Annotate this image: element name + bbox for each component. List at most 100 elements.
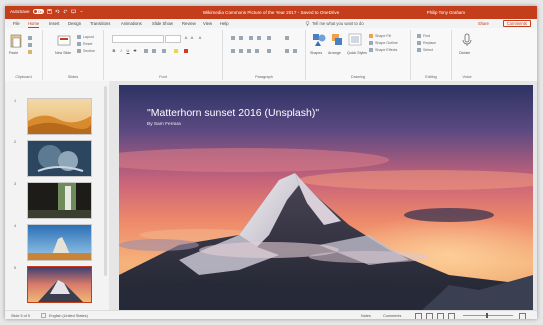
- shape-fill-label: Shape Fill: [375, 34, 391, 38]
- justify-icon[interactable]: [255, 49, 259, 53]
- change-case-icon[interactable]: [162, 49, 166, 53]
- matterhorn-sunset-thumbnail-image: [28, 267, 91, 302]
- text-direction-icon[interactable]: [285, 36, 289, 40]
- tab-file[interactable]: File: [13, 21, 20, 26]
- slide-thumbnail-5[interactable]: [27, 266, 92, 303]
- line-spacing-icon[interactable]: [267, 36, 271, 40]
- copy-icon[interactable]: [28, 43, 32, 47]
- select-button[interactable]: Select: [417, 48, 433, 52]
- shape-fill-button[interactable]: Shape Fill: [369, 34, 391, 38]
- align-center-icon[interactable]: [239, 49, 243, 53]
- decrease-font-icon[interactable]: A: [190, 35, 194, 40]
- reset-label: Reset: [83, 42, 93, 46]
- italic-button[interactable]: I: [119, 48, 123, 53]
- slide-subtitle[interactable]: By Sam Ferrara: [147, 122, 181, 127]
- slide-thumbnail-4[interactable]: [27, 224, 92, 261]
- shapes-icon[interactable]: [312, 32, 326, 48]
- slide-thumbnail-3[interactable]: [27, 182, 92, 219]
- reading-view-icon[interactable]: [437, 313, 444, 319]
- user-name[interactable]: Philip Tony Graham: [427, 10, 465, 15]
- tab-review[interactable]: Review: [182, 21, 196, 26]
- comments-button[interactable]: Comments: [502, 20, 531, 27]
- slideshow-view-icon[interactable]: [448, 313, 455, 319]
- replace-button[interactable]: Replace: [417, 41, 436, 45]
- decrease-indent-icon[interactable]: [249, 36, 253, 40]
- tell-me-search[interactable]: Tell me what you want to do: [312, 21, 364, 26]
- earth-texture-image: [28, 141, 91, 176]
- bold-button[interactable]: B: [112, 48, 116, 53]
- thumbnail-scrollbar[interactable]: [104, 86, 107, 276]
- zoom-slider-thumb[interactable]: [486, 313, 488, 318]
- slide-thumbnail-2[interactable]: [27, 140, 92, 177]
- editing-group: Find Replace Select Editing: [411, 30, 452, 80]
- arrange-icon[interactable]: [330, 32, 344, 48]
- align-left-icon[interactable]: [231, 49, 235, 53]
- slides-group: New Slide Layout Reset Section Slides: [43, 30, 104, 80]
- shape-effects-button[interactable]: Shape Effects: [369, 48, 397, 52]
- microphone-icon[interactable]: [460, 32, 474, 48]
- quick-styles-icon[interactable]: [348, 32, 362, 48]
- new-slide-label: New Slide: [55, 51, 72, 55]
- share-button[interactable]: Share: [478, 21, 489, 26]
- language-indicator[interactable]: English (United States): [49, 314, 88, 318]
- tab-design[interactable]: Design: [68, 21, 81, 26]
- fit-to-window-icon[interactable]: [519, 313, 526, 319]
- thumb-number: 2: [14, 140, 17, 144]
- char-spacing-icon[interactable]: [152, 49, 156, 53]
- shadow-icon[interactable]: [144, 49, 148, 53]
- clipboard-group-label: Clipboard: [15, 75, 32, 79]
- cut-icon[interactable]: [28, 36, 32, 40]
- status-bar: Slide 5 of 5 English (United States) Not…: [5, 310, 537, 319]
- shape-effects-icon: [369, 48, 373, 52]
- notes-button[interactable]: Notes: [361, 314, 371, 318]
- font-size-input[interactable]: [165, 35, 181, 43]
- find-button[interactable]: Find: [417, 34, 430, 38]
- slide-sorter-icon[interactable]: [426, 313, 433, 319]
- zoom-slider[interactable]: [463, 315, 513, 316]
- tab-animations[interactable]: Animations: [121, 21, 142, 26]
- desert-dunes-image: [28, 99, 91, 134]
- layout-icon: [77, 35, 81, 39]
- thumb-number: 5: [14, 266, 17, 270]
- shape-effects-label: Shape Effects: [375, 48, 398, 52]
- section-button[interactable]: Section: [77, 49, 95, 53]
- slide-thumbnail-1[interactable]: [27, 98, 92, 135]
- increase-font-icon[interactable]: A: [184, 35, 188, 40]
- current-slide[interactable]: "Matterhorn sunset 2016 (Unsplash)" By S…: [119, 85, 533, 313]
- increase-indent-icon[interactable]: [257, 36, 261, 40]
- numbering-icon[interactable]: [239, 36, 243, 40]
- status-comments-button[interactable]: Comments: [383, 314, 401, 318]
- font-color-icon[interactable]: [184, 49, 188, 53]
- format-painter-icon[interactable]: [28, 50, 32, 54]
- reset-button[interactable]: Reset: [77, 42, 92, 46]
- new-slide-icon[interactable]: [57, 33, 71, 49]
- slide-title[interactable]: "Matterhorn sunset 2016 (Unsplash)": [147, 107, 319, 119]
- smartart-icon[interactable]: [293, 49, 297, 53]
- clear-format-icon[interactable]: A: [198, 35, 202, 40]
- waterfall-image: [28, 183, 91, 218]
- thumb-number: 4: [14, 224, 17, 228]
- strikethrough-button[interactable]: S: [133, 48, 137, 53]
- spelling-check-icon[interactable]: [41, 313, 46, 318]
- underline-button[interactable]: U: [126, 48, 130, 53]
- highlight-color-icon[interactable]: [174, 49, 178, 53]
- voice-group: Dictate Voice: [452, 30, 482, 80]
- tab-help[interactable]: Help: [220, 21, 229, 26]
- font-name-input[interactable]: [112, 35, 164, 43]
- bullets-icon[interactable]: [231, 36, 235, 40]
- align-text-icon[interactable]: [285, 49, 289, 53]
- paste-icon[interactable]: [9, 33, 23, 49]
- tab-insert[interactable]: Insert: [49, 21, 59, 26]
- tab-slide-show[interactable]: Slide Show: [152, 21, 173, 26]
- tab-home[interactable]: Home: [28, 21, 40, 28]
- clipboard-group: Paste Clipboard: [5, 30, 43, 80]
- tab-view[interactable]: View: [203, 21, 212, 26]
- shape-outline-button[interactable]: Shape Outline: [369, 41, 398, 45]
- align-right-icon[interactable]: [247, 49, 251, 53]
- normal-view-icon[interactable]: [415, 313, 422, 319]
- drawing-group-label: Drawing: [351, 75, 365, 79]
- layout-button[interactable]: Layout: [77, 35, 94, 39]
- matterhorn-sunset-image: [119, 85, 533, 313]
- tab-transitions[interactable]: Transitions: [90, 21, 110, 26]
- columns-icon[interactable]: [267, 49, 271, 53]
